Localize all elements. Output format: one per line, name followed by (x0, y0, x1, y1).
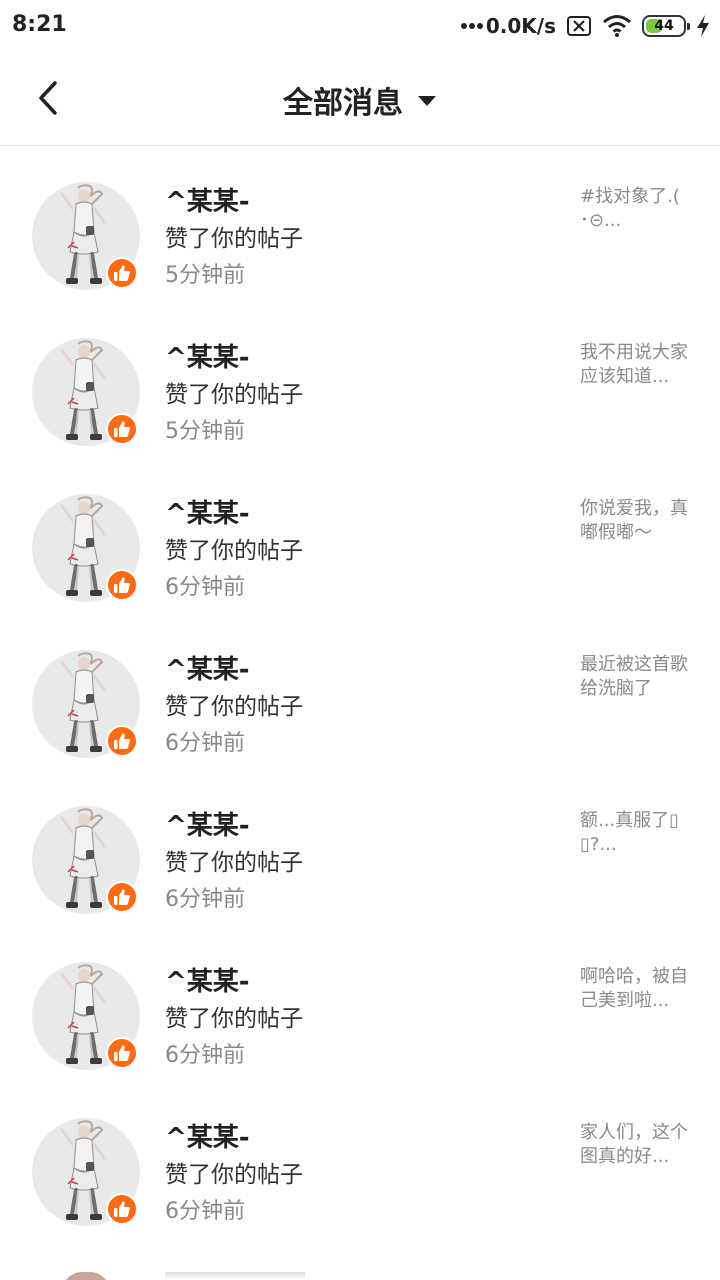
message-text: ^某某- 赞了你的帖子 5分钟前 (165, 185, 545, 294)
list-item-partial (0, 1272, 720, 1280)
list-item[interactable]: ^某某- 赞了你的帖子 6分钟前 额...真服了▯▯?... (0, 771, 720, 927)
timestamp: 6分钟前 (165, 731, 245, 756)
action-text: 赞了你的帖子 (165, 1006, 303, 1032)
timestamp: 6分钟前 (165, 1199, 245, 1224)
battery-tip (687, 23, 690, 30)
user-name[interactable]: ^某某- (165, 341, 545, 375)
caret-down-icon (417, 95, 437, 107)
list-item[interactable]: ^某某- 赞了你的帖子 6分钟前 你说爱我，真嘟假嘟～ (0, 459, 720, 615)
like-badge (106, 725, 138, 757)
user-name[interactable]: ^某某- (165, 497, 545, 531)
action-text: 赞了你的帖子 (165, 694, 303, 720)
timestamp: 6分钟前 (165, 887, 245, 912)
header-bar: 全部消息 (0, 52, 720, 146)
thumbs-up-icon (114, 577, 130, 593)
message-list: ^某某- 赞了你的帖子 5分钟前 #找对象了.( ･⊝... ^某某- 赞了你的… (0, 147, 720, 1239)
timestamp: 6分钟前 (165, 575, 245, 600)
battery-level: 44 (654, 18, 674, 34)
timestamp: 5分钟前 (165, 263, 245, 288)
status-bar: 8:21 0.0K/s 44 (0, 0, 720, 52)
message-text: ^某某- 赞了你的帖子 6分钟前 (165, 497, 545, 606)
user-name[interactable]: ^某某- (165, 1121, 545, 1155)
post-preview[interactable]: 你说爱我，真嘟假嘟～ (580, 497, 688, 545)
dots-icon (460, 22, 484, 30)
thumbs-up-icon (114, 1045, 130, 1061)
user-name[interactable]: ^某某- (165, 809, 545, 843)
action-text: 赞了你的帖子 (165, 382, 303, 408)
like-badge (106, 1037, 138, 1069)
user-name[interactable]: ^某某- (165, 653, 545, 687)
page-title: 全部消息 (283, 86, 403, 121)
post-preview[interactable]: 最近被这首歌给洗脑了 (580, 653, 688, 701)
like-badge (106, 257, 138, 289)
title-dropdown[interactable]: 全部消息 (0, 78, 720, 122)
status-time: 8:21 (12, 12, 67, 37)
action-text: 赞了你的帖子 (165, 1162, 303, 1188)
thumbs-up-icon (114, 733, 130, 749)
timestamp: 5分钟前 (165, 419, 245, 444)
post-preview[interactable]: #找对象了.( ･⊝... (580, 185, 688, 233)
message-text: ^某某- 赞了你的帖子 5分钟前 (165, 341, 545, 450)
list-item[interactable]: ^某某- 赞了你的帖子 6分钟前 家人们，这个图真的好... (0, 1083, 720, 1239)
thumbs-up-icon (114, 421, 130, 437)
like-badge (106, 413, 138, 445)
net-speed: 0.0K/s (485, 14, 556, 38)
message-text: ^某某- 赞了你的帖子 6分钟前 (165, 653, 545, 762)
thumbs-up-icon (114, 265, 130, 281)
wifi-icon (602, 14, 632, 38)
action-text: 赞了你的帖子 (165, 538, 303, 564)
user-name[interactable]: ^某某- (165, 965, 545, 999)
like-badge (106, 569, 138, 601)
post-preview[interactable]: 家人们，这个图真的好... (580, 1121, 688, 1169)
message-text: ^某某- 赞了你的帖子 6分钟前 (165, 965, 545, 1074)
post-preview[interactable]: 啊哈哈，被自己美到啦... (580, 965, 688, 1013)
action-text: 赞了你的帖子 (165, 226, 303, 252)
like-badge (106, 881, 138, 913)
like-badge (106, 1193, 138, 1225)
list-item[interactable]: ^某某- 赞了你的帖子 5分钟前 #找对象了.( ･⊝... (0, 147, 720, 303)
user-name[interactable]: ^某某- (165, 185, 545, 219)
battery-icon: 44 (642, 15, 690, 37)
post-preview[interactable]: 我不用说大家应该知道... (580, 341, 688, 389)
list-item[interactable]: ^某某- 赞了你的帖子 5分钟前 我不用说大家应该知道... (0, 303, 720, 459)
sim-x-icon (566, 15, 592, 37)
message-text: ^某某- 赞了你的帖子 6分钟前 (165, 1121, 545, 1230)
charging-icon (696, 15, 710, 37)
action-text: 赞了你的帖子 (165, 850, 303, 876)
post-preview[interactable]: 额...真服了▯▯?... (580, 809, 688, 857)
avatar-partial (62, 1272, 110, 1280)
message-text: ^某某- 赞了你的帖子 6分钟前 (165, 809, 545, 918)
timestamp: 6分钟前 (165, 1043, 245, 1068)
thumbs-up-icon (114, 1201, 130, 1217)
list-item[interactable]: ^某某- 赞了你的帖子 6分钟前 啊哈哈，被自己美到啦... (0, 927, 720, 1083)
name-partial (165, 1272, 305, 1280)
list-item[interactable]: ^某某- 赞了你的帖子 6分钟前 最近被这首歌给洗脑了 (0, 615, 720, 771)
status-icons: 0.0K/s 44 (460, 12, 710, 40)
thumbs-up-icon (114, 889, 130, 905)
